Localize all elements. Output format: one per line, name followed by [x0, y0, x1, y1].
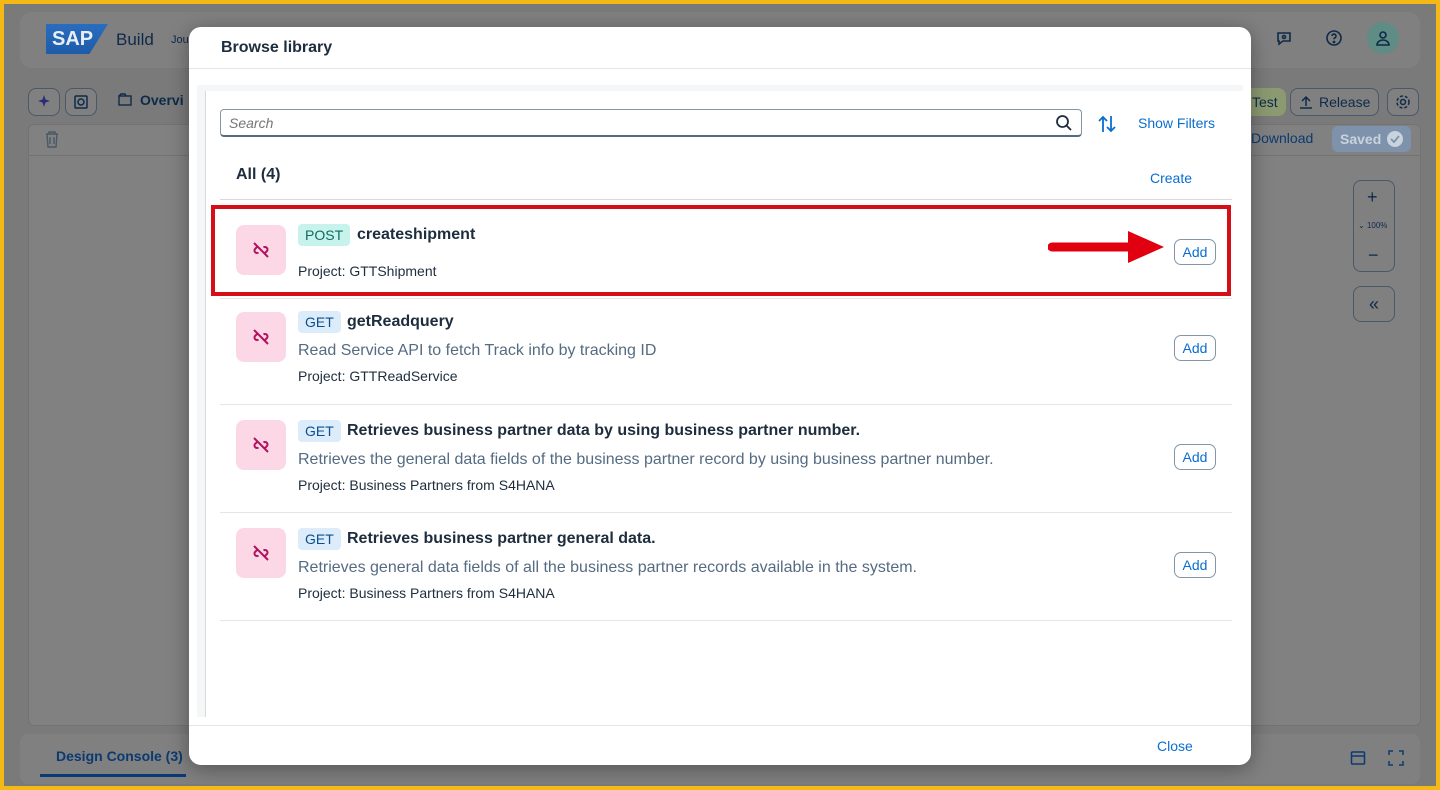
settings-gear-icon[interactable] [1387, 88, 1419, 116]
upload-icon [1300, 95, 1312, 109]
item-title: getReadquery [347, 313, 454, 330]
delete-icon[interactable] [44, 130, 60, 153]
sort-icon[interactable] [1096, 113, 1118, 135]
collapse-panel-icon[interactable]: « [1353, 286, 1395, 322]
saved-indicator: Saved [1332, 126, 1412, 152]
list-item[interactable]: GET Retrieves business partner general d… [220, 513, 1232, 621]
search-field[interactable] [220, 109, 1082, 137]
method-badge: GET [298, 311, 341, 333]
list-item[interactable]: GET Retrieves business partner data by u… [220, 405, 1232, 513]
download-button[interactable]: Download [1251, 130, 1313, 146]
list-divider [220, 199, 1232, 200]
show-filters-button[interactable]: Show Filters [1138, 115, 1215, 131]
release-button[interactable]: Release [1290, 88, 1380, 116]
annotation-arrow-icon [1048, 231, 1164, 263]
test-label: Test [1252, 94, 1278, 110]
breadcrumb: Jou [171, 34, 189, 46]
api-link-icon [236, 528, 286, 578]
add-button[interactable]: Add [1174, 335, 1216, 361]
item-project: Project: Business Partners from S4HANA [298, 477, 555, 493]
item-project: Project: GTTReadService [298, 368, 458, 384]
api-link-icon [236, 225, 286, 275]
item-title: Retrieves business partner general data. [347, 530, 656, 547]
close-button[interactable]: Close [1157, 738, 1193, 754]
method-badge: POST [298, 224, 351, 246]
help-icon[interactable] [1318, 22, 1350, 54]
result-count: All (4) [236, 166, 281, 183]
item-description: Retrieves the general data fields of the… [298, 451, 994, 468]
add-button[interactable]: Add [1174, 552, 1216, 578]
item-project: Project: GTTShipment [298, 263, 437, 279]
fullscreen-icon[interactable] [1388, 750, 1404, 771]
saved-label: Saved [1340, 131, 1382, 147]
create-button[interactable]: Create [1150, 170, 1192, 186]
zoom-in-icon[interactable]: + [1367, 187, 1378, 208]
product-name: Build [116, 30, 154, 49]
add-button[interactable]: Add [1174, 239, 1216, 265]
item-description: Retrieves general data fields of all the… [298, 559, 917, 576]
dialog-title: Browse library [221, 38, 333, 56]
feedback-icon[interactable] [1268, 22, 1300, 54]
zoom-out-icon[interactable]: − [1368, 245, 1379, 266]
dialog-footer: Close [189, 725, 1251, 765]
add-button[interactable]: Add [1174, 444, 1216, 470]
release-label: Release [1319, 94, 1371, 110]
search-input[interactable] [229, 114, 1055, 131]
list-item[interactable]: GET getReadquery Read Service API to fet… [220, 299, 1232, 405]
item-title: createshipment [357, 226, 476, 243]
library-list-panel: Show Filters All (4) Create POST creates… [205, 91, 1243, 717]
item-description: Read Service API to fetch Track info by … [298, 342, 657, 359]
panel-layout-icon[interactable] [1350, 750, 1366, 771]
overview-tab[interactable]: Overvi [118, 92, 184, 108]
api-link-icon [236, 312, 286, 362]
method-badge: GET [298, 528, 341, 550]
inspect-icon[interactable] [65, 88, 97, 116]
dialog-header: Browse library [189, 27, 1251, 69]
dialog-body: Show Filters All (4) Create POST creates… [197, 85, 1243, 717]
api-link-icon [236, 420, 286, 470]
design-console-tab[interactable]: Design Console (3) [56, 748, 183, 764]
zoom-control: + ⌄ 100% − [1353, 180, 1395, 272]
zoom-level[interactable]: ⌄ 100% [1358, 221, 1387, 230]
search-icon[interactable] [1055, 114, 1073, 132]
check-circle-icon [1387, 131, 1404, 147]
zoom-level-text: 100% [1366, 221, 1388, 230]
browse-library-dialog: Browse library Show Filters All (4) Crea… [189, 27, 1251, 765]
item-title: Retrieves business partner data by using… [347, 422, 861, 439]
overview-label: Overvi [140, 92, 184, 108]
tab-underline [40, 774, 186, 777]
item-project: Project: Business Partners from S4HANA [298, 585, 555, 601]
method-badge: GET [298, 420, 341, 442]
ai-assist-icon[interactable] [28, 88, 60, 116]
folder-icon [118, 93, 132, 106]
user-avatar-icon[interactable] [1367, 22, 1399, 54]
screen-frame: SAP Build Jou Overvi Test Release Downlo… [4, 4, 1436, 786]
